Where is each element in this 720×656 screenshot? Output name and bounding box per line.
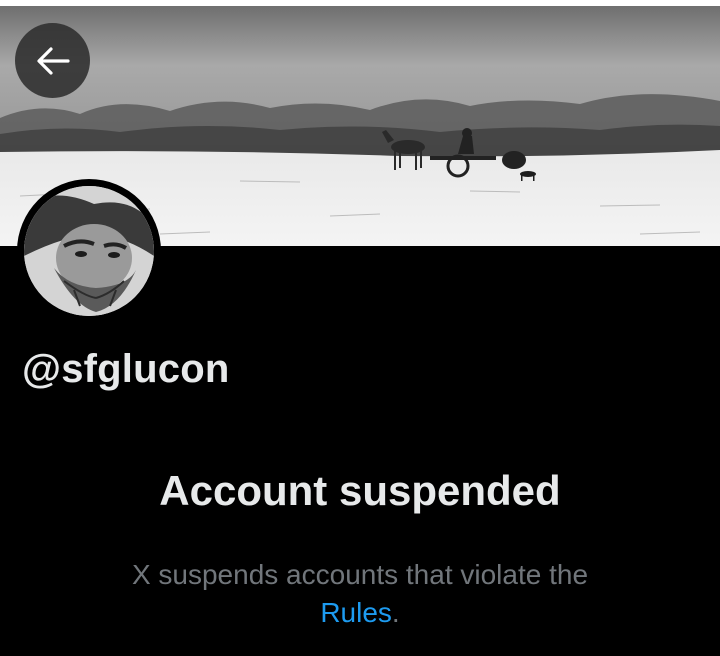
- description-suffix: .: [391, 597, 400, 628]
- rules-link[interactable]: Rules: [320, 597, 392, 628]
- profile-page: @sfglucon Account suspended X suspends a…: [0, 0, 720, 656]
- suspended-title: Account suspended: [159, 467, 561, 514]
- profile-handle: @sfglucon: [22, 347, 230, 391]
- avatar[interactable]: [17, 179, 161, 323]
- avatar-image: [24, 186, 154, 316]
- suspended-description-text: X suspends accounts that violate the: [131, 559, 589, 590]
- arrow-left-icon: [36, 46, 70, 75]
- back-button[interactable]: [15, 23, 90, 98]
- suspended-description: X suspends accounts that violate the Rul…: [0, 556, 720, 632]
